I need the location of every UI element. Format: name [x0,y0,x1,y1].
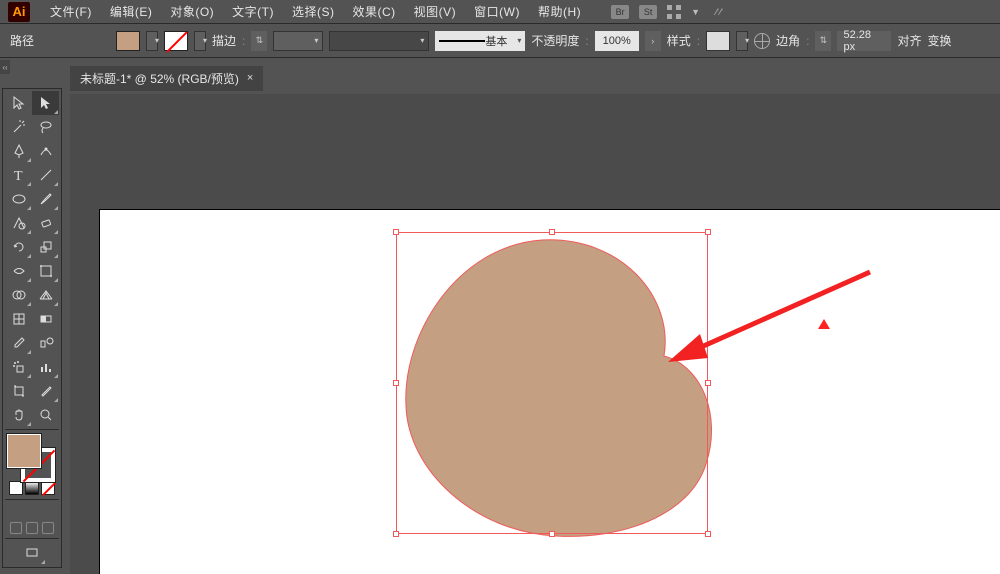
annotation-triangle-icon [818,319,830,329]
resize-handle-tr[interactable] [705,229,711,235]
symbol-sprayer-tool[interactable] [5,355,32,379]
blend-tool[interactable] [32,331,59,355]
fill-color-box[interactable] [7,434,41,468]
style-label[interactable]: 样式 [667,32,691,49]
gradient-mode-icon[interactable] [25,481,39,495]
stroke-label[interactable]: 描边 [212,32,236,49]
close-icon[interactable]: × [247,72,253,84]
zoom-tool[interactable] [32,403,59,427]
resize-handle-t[interactable] [549,229,555,235]
graphic-style-swatch[interactable] [706,31,730,51]
resize-handle-tl[interactable] [393,229,399,235]
shaper-tool[interactable] [5,211,32,235]
bridge-icon[interactable]: Br [611,5,629,19]
variable-width-profile[interactable]: ▾ [329,31,429,51]
normal-draw-icon[interactable] [10,522,22,534]
ellipse-tool[interactable] [5,187,32,211]
align-link[interactable]: 对齐 [897,32,921,49]
menu-type[interactable]: 文字(T) [224,0,282,23]
selection-indicator: 路径 [10,32,34,49]
mesh-tool[interactable] [5,307,32,331]
slice-tool[interactable] [32,379,59,403]
menu-object[interactable]: 对象(O) [162,0,222,23]
menu-select[interactable]: 选择(S) [284,0,343,23]
resize-handle-b[interactable] [549,531,555,537]
none-mode-icon[interactable] [41,481,55,495]
fill-stroke-indicator[interactable] [5,432,59,478]
menu-window[interactable]: 窗口(W) [466,0,528,23]
document-tab-bar: 未标题-1* @ 52% (RGB/预览) × [70,66,263,90]
search-icon[interactable]: 〃 [710,2,724,22]
rotate-tool[interactable] [5,235,32,259]
perspective-grid-tool[interactable] [32,283,59,307]
corner-stepper[interactable]: ⇅ [815,31,831,51]
color-mode-icon[interactable] [9,481,23,495]
workspace[interactable] [70,94,1000,574]
opacity-arrow[interactable]: › [645,31,661,51]
selection-tool[interactable] [5,91,32,115]
width-tool[interactable] [5,259,32,283]
fill-swatch[interactable] [116,31,140,51]
stock-icon[interactable]: St [639,5,657,19]
artboard-tool[interactable] [5,379,32,403]
menu-effect[interactable]: 效果(C) [344,0,403,23]
resize-handle-br[interactable] [705,531,711,537]
pen-tool[interactable] [5,139,32,163]
menu-view[interactable]: 视图(V) [406,0,465,23]
corner-label: 边角 [776,32,800,49]
curvature-tool[interactable] [32,139,59,163]
menu-help[interactable]: 帮助(H) [530,0,589,23]
svg-text:T: T [14,169,23,183]
draw-inside-icon[interactable] [42,522,54,534]
shape-builder-tool[interactable] [5,283,32,307]
document-tab[interactable]: 未标题-1* @ 52% (RGB/预览) × [70,66,263,91]
eyedropper-tool[interactable] [5,331,32,355]
stroke-dropdown[interactable]: ▾ [194,31,206,51]
opacity-input[interactable]: 100% [595,31,639,51]
brush-definition[interactable]: 基本 ▾ [435,31,525,51]
top-right-icons: Br St ▼ 〃 [611,2,724,22]
gradient-tool[interactable] [32,307,59,331]
paintbrush-tool[interactable] [32,187,59,211]
recolor-artwork-icon[interactable] [754,33,770,49]
app-logo: Ai [8,2,30,22]
arrange-documents-icon[interactable] [667,5,681,19]
stroke-weight-input[interactable]: ▾ [273,31,323,51]
magic-wand-tool[interactable] [5,115,32,139]
screen-mode-icon[interactable] [18,541,46,565]
tools-panel: T [2,88,62,568]
transform-link[interactable]: 变换 [927,32,951,49]
hand-tool[interactable] [5,403,32,427]
line-segment-tool[interactable] [32,163,59,187]
draw-behind-icon[interactable] [26,522,38,534]
workspace-chevron-icon[interactable]: ▼ [691,7,700,17]
column-graph-tool[interactable] [32,355,59,379]
control-bar: 路径 ▾ ▾ 描边 : ⇅ ▾ ▾ 基本 ▾ 不透明度 : 100% › 样式 … [0,24,1000,58]
resize-handle-l[interactable] [393,380,399,386]
annotation-arrow [660,262,880,382]
scale-tool[interactable] [32,235,59,259]
opacity-label[interactable]: 不透明度 [531,32,579,49]
menu-bar: Ai 文件(F) 编辑(E) 对象(O) 文字(T) 选择(S) 效果(C) 视… [0,0,1000,24]
artboard[interactable] [100,210,1000,574]
stroke-swatch[interactable] [164,31,188,51]
eraser-tool[interactable] [32,211,59,235]
panel-collapse-tab[interactable]: ‹‹ [0,60,10,74]
document-tab-title: 未标题-1* @ 52% (RGB/预览) [80,70,239,87]
graphic-style-dropdown[interactable]: ▾ [736,31,748,51]
corner-input[interactable]: 52.28 px [837,31,891,51]
fill-dropdown[interactable]: ▾ [146,31,158,51]
menu-file[interactable]: 文件(F) [42,0,100,23]
direct-selection-tool[interactable] [32,91,59,115]
menu-edit[interactable]: 编辑(E) [102,0,161,23]
lasso-tool[interactable] [32,115,59,139]
resize-handle-bl[interactable] [393,531,399,537]
free-transform-tool[interactable] [32,259,59,283]
type-tool[interactable]: T [5,163,32,187]
stroke-weight-stepper[interactable]: ⇅ [251,31,267,51]
